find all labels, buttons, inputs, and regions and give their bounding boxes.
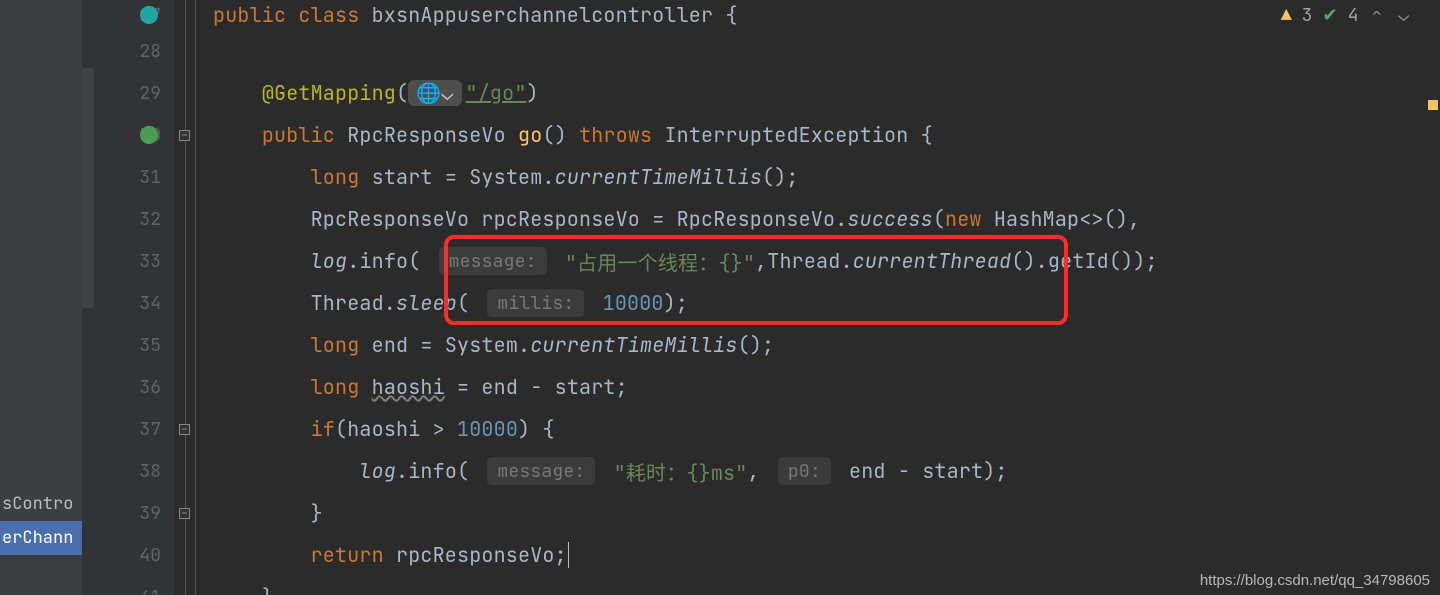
inspection-widget[interactable]: ▲ 3 ✔ 4 ⌃ ⌄ — [1281, 4, 1412, 27]
vertical-scrollbar-thumb[interactable] — [82, 68, 94, 308]
param-hint: message: — [439, 247, 547, 275]
spring-gutter-icon[interactable] — [140, 126, 158, 144]
warning-icon: ▲ — [1281, 4, 1292, 27]
file-item-selected[interactable]: erChann — [0, 521, 82, 555]
project-file-strip: sContro erChann — [0, 0, 82, 595]
line-number: 31 — [139, 166, 161, 189]
globe-icon[interactable]: 🌐⌄ — [408, 80, 461, 106]
line-number: 38 — [139, 460, 161, 483]
line-number: 39 — [139, 502, 161, 525]
line-number: 28 — [139, 40, 161, 63]
line-number: 29 — [139, 82, 161, 105]
line-number: 32 — [139, 208, 161, 231]
line-number: 40 — [139, 544, 161, 567]
ok-count: 4 — [1348, 4, 1359, 27]
line-number: 33 — [139, 250, 161, 273]
code-line: Thread. sleep ( millis: 10000 ); — [196, 282, 1440, 324]
code-editor-root: sContro erChann 27 28 29 30 31 32 33 34 … — [0, 0, 1440, 595]
run-gutter-icon[interactable] — [140, 6, 158, 24]
warning-count: 3 — [1302, 4, 1313, 27]
code-line: @GetMapping ( 🌐⌄ "/go" ) — [196, 72, 1440, 114]
line-number: 35 — [139, 334, 161, 357]
fold-toggle-icon[interactable] — [179, 130, 190, 141]
code-line: RpcResponseVo rpcResponseVo = RpcRespons… — [196, 198, 1440, 240]
code-line: long haoshi = end - start; — [196, 366, 1440, 408]
code-line: long start = System. currentTimeMillis (… — [196, 156, 1440, 198]
fold-toggle-icon[interactable] — [179, 424, 190, 435]
line-number: 41 — [139, 586, 161, 595]
line-number: 34 — [139, 292, 161, 315]
text-caret — [568, 542, 569, 568]
code-line — [196, 30, 1440, 72]
code-line: if (haoshi > 10000 ) { — [196, 408, 1440, 450]
error-stripe[interactable] — [1426, 0, 1440, 595]
code-line: log . info ( message: "占用一个线程：{}" , Thre… — [196, 240, 1440, 282]
line-number-gutter: 27 28 29 30 31 32 33 34 35 36 37 38 39 4… — [82, 0, 174, 595]
watermark-text: https://blog.csdn.net/qq_34798605 — [1200, 572, 1430, 589]
fold-toggle-icon[interactable] — [179, 508, 190, 519]
line-number: 36 — [139, 376, 161, 399]
param-hint: message: — [487, 457, 595, 485]
code-line: public class bxsnAppuserchannelcontrolle… — [196, 0, 1440, 30]
code-line: } — [196, 492, 1440, 534]
fold-column — [174, 0, 196, 595]
next-problem-button[interactable]: ⌄ — [1395, 4, 1412, 27]
code-editor[interactable]: public class bxsnAppuserchannelcontrolle… — [196, 0, 1440, 595]
file-item[interactable]: sContro — [0, 487, 82, 521]
ok-icon: ✔ — [1322, 4, 1337, 27]
prev-problem-button[interactable]: ⌃ — [1368, 4, 1385, 27]
code-line: log .info( message: "耗时：{}ms" , p0: end … — [196, 450, 1440, 492]
code-line: public RpcResponseVo go () throws Interr… — [196, 114, 1440, 156]
line-number: 37 — [139, 418, 161, 441]
code-line: long end = System. currentTimeMillis (); — [196, 324, 1440, 366]
warning-marker[interactable] — [1428, 100, 1438, 110]
code-line: return rpcResponseVo; — [196, 534, 1440, 576]
param-hint: millis: — [487, 289, 584, 317]
param-hint: p0: — [778, 457, 831, 485]
